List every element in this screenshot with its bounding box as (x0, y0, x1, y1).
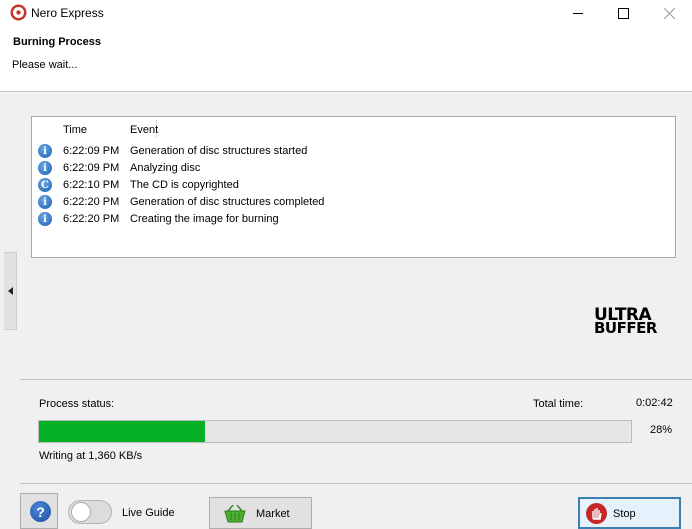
minimize-button[interactable] (555, 0, 601, 26)
stop-button[interactable]: Stop (578, 497, 681, 529)
page-title: Burning Process (13, 36, 102, 48)
process-status-label: Process status: (39, 398, 115, 410)
title-bar: Nero Express (0, 0, 692, 26)
total-time-label: Total time: (533, 398, 584, 410)
page-header: Burning Process Please wait... (0, 26, 692, 92)
log-row[interactable]: i 6:22:20 PM Creating the image for burn… (32, 211, 675, 228)
window-title: Nero Express (31, 6, 104, 20)
log-header: Time Event (32, 117, 675, 139)
progress-bar (38, 420, 632, 443)
event-log: Time Event i 6:22:09 PM Generation of di… (31, 116, 676, 258)
log-row[interactable]: i 6:22:09 PM Analyzing disc (32, 160, 675, 177)
close-icon (663, 7, 675, 19)
progress-fill (39, 421, 205, 442)
log-event: Creating the image for burning (130, 213, 279, 225)
help-button[interactable]: ? (20, 493, 58, 529)
stop-label: Stop (613, 508, 636, 520)
close-button[interactable] (646, 0, 692, 26)
ultra-buffer-logo: ULTRA BUFFER (594, 307, 657, 337)
log-row[interactable]: i 6:22:20 PM Generation of disc structur… (32, 194, 675, 211)
divider (20, 483, 692, 484)
market-label: Market (256, 508, 290, 520)
log-event: The CD is copyrighted (130, 179, 239, 191)
column-header-event[interactable]: Event (130, 124, 158, 136)
info-icon: i (38, 212, 52, 226)
log-time: 6:22:20 PM (63, 213, 120, 225)
live-guide-label: Live Guide (122, 507, 175, 519)
basket-icon (224, 505, 246, 523)
log-time: 6:22:09 PM (63, 162, 120, 174)
log-event: Generation of disc structures started (130, 145, 308, 157)
log-time: 6:22:20 PM (63, 196, 120, 208)
side-panel-toggle[interactable] (4, 252, 17, 330)
toggle-knob (71, 502, 91, 522)
minimize-icon (573, 12, 583, 14)
maximize-button[interactable] (600, 0, 646, 26)
writing-speed: Writing at 1,360 KB/s (39, 450, 143, 462)
hand-glyph (592, 508, 602, 520)
logo-bottom-text: BUFFER (594, 319, 657, 337)
copyright-icon: C (38, 178, 52, 192)
help-icon: ? (30, 501, 51, 522)
info-icon: i (38, 195, 52, 209)
log-time: 6:22:10 PM (63, 179, 120, 191)
live-guide-toggle[interactable] (68, 500, 112, 524)
maximize-icon (617, 7, 629, 19)
log-row[interactable]: C 6:22:10 PM The CD is copyrighted (32, 177, 675, 194)
nero-app-icon (10, 4, 27, 21)
total-time-value: 0:02:42 (636, 397, 673, 409)
chevron-left-icon (7, 287, 13, 295)
log-event: Generation of disc structures completed (130, 196, 325, 208)
market-button[interactable]: Market (209, 497, 312, 529)
page-subtitle: Please wait... (12, 59, 78, 71)
log-time: 6:22:09 PM (63, 145, 120, 157)
log-event: Analyzing disc (130, 162, 201, 174)
column-header-time[interactable]: Time (63, 124, 87, 136)
divider (20, 379, 692, 380)
info-icon: i (38, 161, 52, 175)
stop-hand-icon (586, 503, 607, 524)
info-icon: i (38, 144, 52, 158)
log-row[interactable]: i 6:22:09 PM Generation of disc structur… (32, 143, 675, 160)
progress-percent: 28% (650, 424, 673, 436)
